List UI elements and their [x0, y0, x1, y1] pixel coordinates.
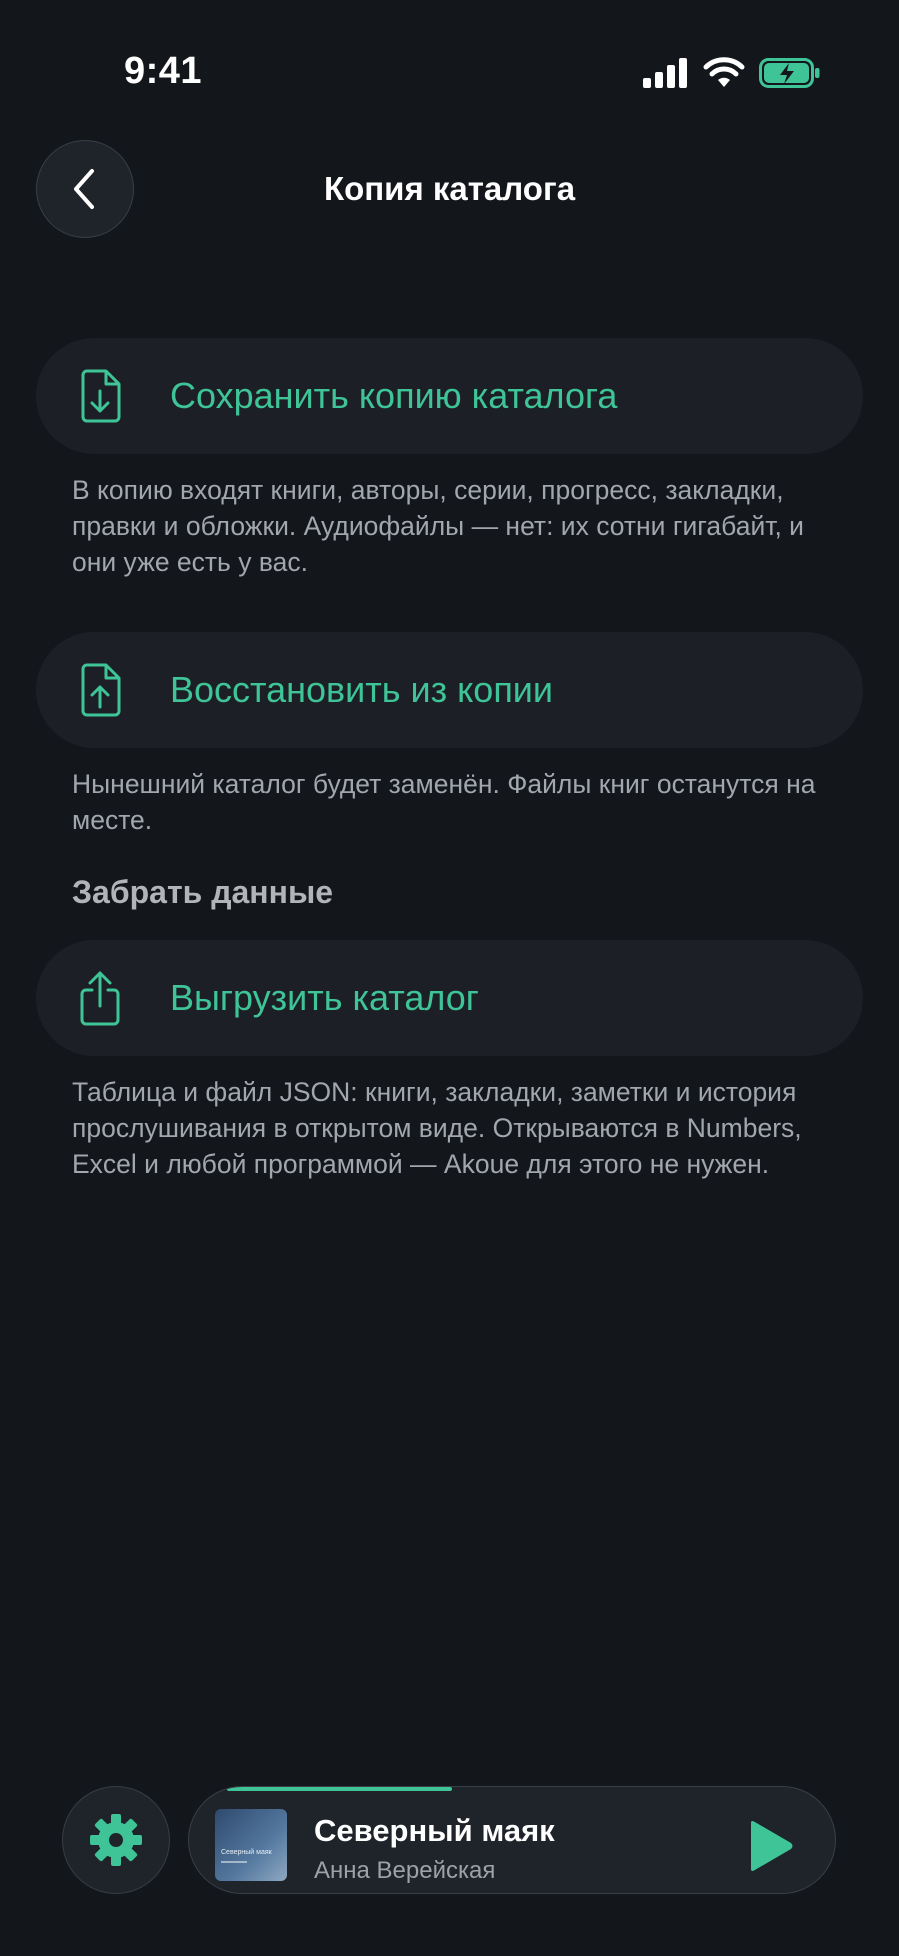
settings-button[interactable]	[62, 1786, 170, 1894]
export-catalog-button[interactable]: Выгрузить каталог	[36, 940, 863, 1056]
status-icons	[643, 56, 821, 90]
export-catalog-label: Выгрузить каталог	[170, 977, 479, 1018]
playback-progress	[189, 1787, 835, 1791]
save-catalog-copy-label: Сохранить копию каталога	[170, 375, 618, 416]
export-description: Таблица и файл JSON: книги, закладки, за…	[72, 1077, 802, 1179]
page-title: Копия каталога	[323, 170, 576, 207]
restore-description: Нынешний каталог будет заменён. Файлы кн…	[72, 769, 816, 835]
battery-charging-icon	[759, 58, 820, 88]
restore-from-copy-label: Восстановить из копии	[170, 669, 554, 710]
playback-progress-fill	[227, 1787, 452, 1791]
file-download-icon	[76, 366, 124, 426]
book-cover-title: Северный маяк	[221, 1849, 272, 1856]
mini-player[interactable]: Северный маяк Северный маяк Анна Верейск…	[188, 1786, 836, 1894]
play-button[interactable]	[745, 1819, 795, 1873]
status-time: 9:41	[124, 50, 203, 92]
file-upload-icon	[76, 660, 124, 720]
now-playing-author: Анна Верейская	[314, 1857, 496, 1884]
backup-screen: 9:41 Копия каталога Сохранить копию ката…	[0, 0, 899, 1956]
book-cover: Северный маяк	[215, 1809, 287, 1881]
restore-from-copy-button[interactable]: Восстановить из копии	[36, 632, 863, 748]
share-icon	[76, 968, 124, 1028]
play-icon	[751, 1821, 793, 1871]
export-section-title: Забрать данные	[72, 874, 334, 910]
save-description: В копию входят книги, авторы, серии, про…	[72, 475, 804, 577]
save-catalog-copy-button[interactable]: Сохранить копию каталога	[36, 338, 863, 454]
wifi-icon	[703, 57, 745, 87]
cellular-signal-icon	[643, 58, 687, 88]
gear-icon	[90, 1814, 142, 1866]
now-playing-title: Северный маяк	[314, 1813, 555, 1848]
